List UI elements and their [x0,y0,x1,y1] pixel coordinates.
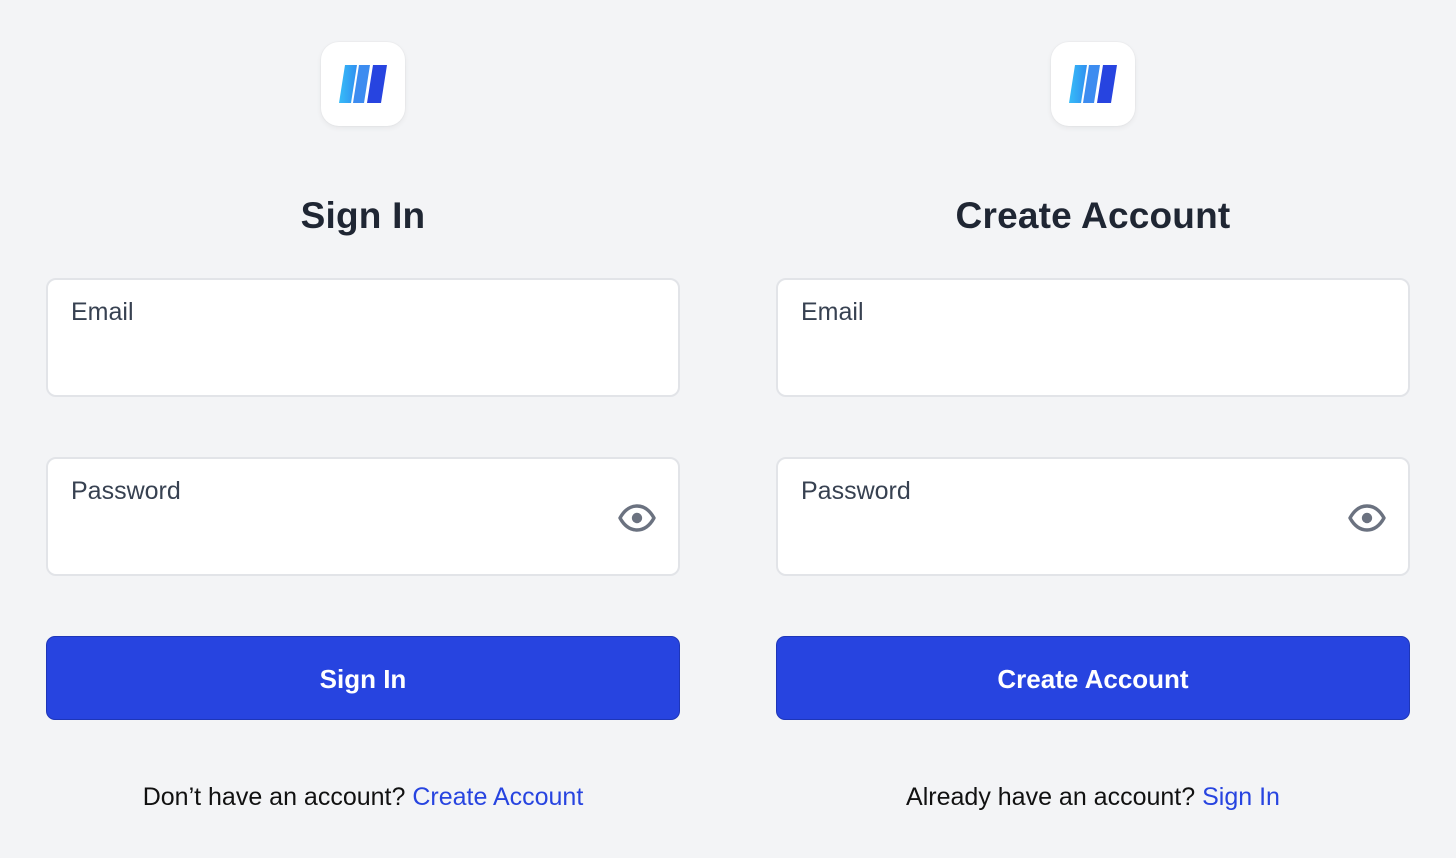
sign-in-link[interactable]: Sign In [1202,783,1280,811]
password-input[interactable] [800,526,1338,560]
create-account-link[interactable]: Create Account [412,783,583,811]
password-field[interactable]: Password [776,457,1410,576]
app-logo [321,42,405,126]
app-logo [1051,42,1135,126]
password-input[interactable] [70,526,608,560]
auth-page: Sign In Email Password Sign In Don’t hav… [0,0,1456,858]
email-label: Email [71,298,134,326]
footer-prompt: Already have an account? Sign In [776,780,1410,814]
page-title: Create Account [955,194,1231,236]
footer-text: Don’t have an account? [142,783,406,811]
page-title: Sign In [300,194,426,236]
password-label: Password [71,477,181,505]
logo-icon [1069,65,1117,103]
footer-text: Already have an account? [906,783,1196,811]
eye-icon [1348,504,1386,532]
footer-prompt: Don’t have an account? Create Account [46,780,680,814]
logo-icon [339,65,387,103]
show-password-button[interactable] [618,499,656,537]
email-input[interactable] [800,347,1338,381]
email-field[interactable]: Email [46,278,680,397]
sign-in-button[interactable]: Sign In [46,636,680,720]
email-field[interactable]: Email [776,278,1410,397]
password-field[interactable]: Password [46,457,680,576]
sign-in-panel: Sign In Email Password Sign In Don’t hav… [46,0,680,858]
email-label: Email [801,298,864,326]
eye-icon [618,504,656,532]
show-password-button[interactable] [1348,499,1386,537]
create-account-button[interactable]: Create Account [776,636,1410,720]
email-input[interactable] [70,347,608,381]
password-label: Password [801,477,911,505]
create-account-panel: Create Account Email Password Create Acc… [776,0,1410,858]
